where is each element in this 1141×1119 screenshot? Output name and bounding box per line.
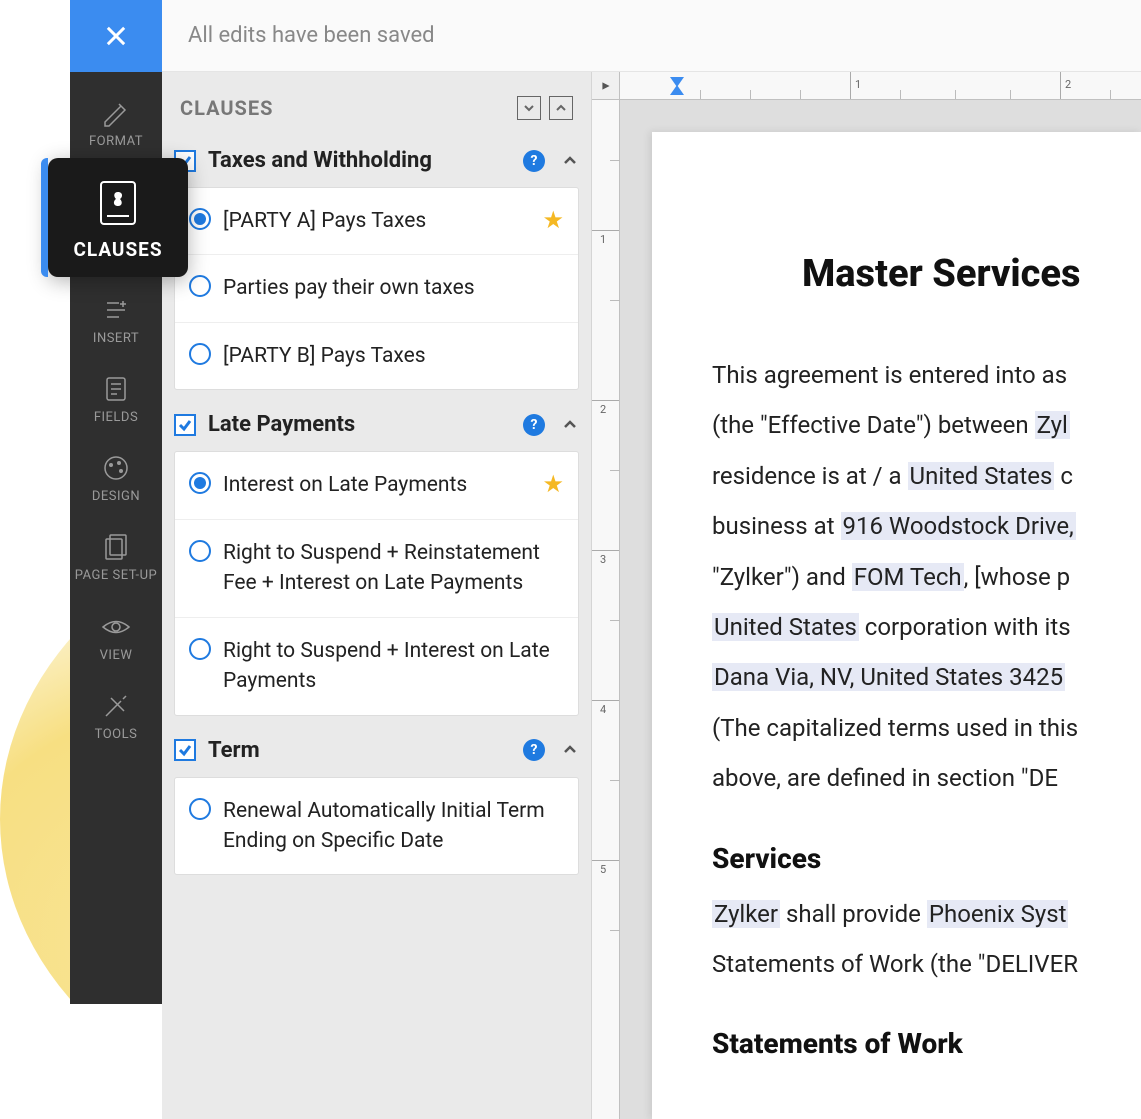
field-product[interactable]: Phoenix Syst (927, 900, 1069, 928)
document-title: Master Services (802, 252, 1141, 296)
radio-icon (189, 472, 211, 494)
ruler-label: 5 (600, 863, 606, 876)
collapse-all-button[interactable] (517, 96, 541, 120)
help-icon[interactable]: ? (523, 739, 545, 761)
document-heading-services: Services (712, 842, 1141, 875)
toolbar-label: FORMAT (89, 134, 143, 149)
help-icon[interactable]: ? (523, 414, 545, 436)
clause-group-term: Term ? Renewal Automatically Initial Ter… (162, 728, 591, 888)
document-heading-sow: Statements of Work (712, 1027, 1141, 1060)
option-label: [PARTY A] Pays Taxes (223, 206, 530, 236)
group-checkbox[interactable] (174, 739, 196, 761)
radio-icon (189, 208, 211, 230)
clause-option[interactable]: Right to Suspend + Reinstatement Fee + I… (175, 520, 578, 618)
option-label: Interest on Late Payments (223, 470, 530, 500)
collapse-toggle[interactable] (561, 741, 579, 759)
clauses-icon (93, 176, 143, 230)
toolbar-label: DESIGN (92, 489, 140, 504)
clause-group-late-payments: Late Payments ? Interest on Late Payment… (162, 402, 591, 727)
toolbar-label: VIEW (100, 648, 133, 663)
clause-option[interactable]: Right to Suspend + Interest on Late Paym… (175, 618, 578, 715)
toolbar-label: CLAUSES (73, 238, 162, 261)
field-party[interactable]: FOM Tech (852, 563, 964, 591)
star-icon: ★ (542, 470, 564, 498)
design-icon (99, 451, 133, 485)
field-country[interactable]: United States (908, 462, 1055, 490)
toolbar-label: FIELDS (94, 410, 138, 425)
close-button[interactable] (70, 0, 162, 72)
option-label: Right to Suspend + Interest on Late Paym… (223, 636, 564, 697)
radio-icon (189, 540, 211, 562)
page-setup-icon (99, 530, 133, 564)
ruler-label: 2 (600, 403, 606, 416)
radio-icon (189, 343, 211, 365)
tools-icon (99, 689, 133, 723)
format-icon (99, 96, 133, 130)
clause-option[interactable]: Parties pay their own taxes (175, 255, 578, 322)
field-party[interactable]: Zyl (1035, 411, 1070, 439)
radio-icon (189, 638, 211, 660)
collapse-toggle[interactable] (561, 416, 579, 434)
group-title: Taxes and Withholding (208, 148, 511, 173)
collapse-toggle[interactable] (561, 152, 579, 170)
option-label: Right to Suspend + Reinstatement Fee + I… (223, 538, 564, 599)
document-body: This agreement is entered into as (the "… (712, 356, 1141, 798)
expand-all-button[interactable] (549, 96, 573, 120)
insert-icon (99, 293, 133, 327)
close-icon (102, 22, 130, 50)
field-address[interactable]: 916 Woodstock Drive, (841, 512, 1076, 540)
field-country[interactable]: United States (712, 613, 859, 641)
horizontal-ruler[interactable]: 1 2 (620, 72, 1141, 100)
ruler-label: 1 (600, 233, 606, 246)
radio-icon (189, 275, 211, 297)
save-status: All edits have been saved (162, 23, 435, 48)
ruler-label: 4 (600, 703, 606, 716)
panel-title: CLAUSES (180, 96, 273, 120)
help-icon[interactable]: ? (523, 150, 545, 172)
toolbar-item-clauses-active[interactable]: CLAUSES (48, 158, 188, 277)
option-label: [PARTY B] Pays Taxes (223, 341, 564, 371)
left-indent-marker[interactable] (670, 80, 684, 99)
clause-option[interactable]: [PARTY B] Pays Taxes (175, 323, 578, 389)
clauses-panel: CLAUSES Taxes and Withholding ? [ (162, 72, 592, 1119)
document-page[interactable]: Master Services This agreement is entere… (652, 132, 1141, 1119)
fields-icon (99, 372, 133, 406)
group-checkbox[interactable] (174, 414, 196, 436)
group-title: Term (208, 738, 511, 763)
document-body: Zylker shall provide Phoenix Syst Statem… (712, 895, 1141, 984)
radio-icon (189, 798, 211, 820)
option-label: Parties pay their own taxes (223, 273, 564, 303)
ruler-label: 2 (1065, 78, 1071, 91)
topbar: All edits have been saved (70, 0, 1141, 72)
clause-group-taxes: Taxes and Withholding ? [PARTY A] Pays T… (162, 138, 591, 402)
clause-option[interactable]: Renewal Automatically Initial Term Endin… (175, 778, 578, 875)
toolbar-item-design[interactable]: DESIGN (70, 437, 162, 516)
field-party[interactable]: Zylker (712, 900, 780, 928)
toolbar-label: PAGE SET-UP (75, 568, 157, 584)
field-address[interactable]: Dana Via, NV, United States 3425 (712, 663, 1065, 691)
toolbar-item-fields[interactable]: FIELDS (70, 358, 162, 437)
vertical-ruler[interactable]: 1 2 3 4 5 (592, 100, 620, 1119)
app-frame: All edits have been saved CLAUSES Taxes … (70, 0, 1141, 1119)
toolbar-item-page-setup[interactable]: PAGE SET-UP (70, 516, 162, 596)
toolbar-label: INSERT (93, 331, 139, 346)
ruler-label: 3 (600, 553, 606, 566)
star-icon: ★ (542, 206, 564, 234)
clause-option[interactable]: Interest on Late Payments ★ (175, 452, 578, 519)
view-icon (99, 610, 133, 644)
toolbar-label: TOOLS (95, 727, 138, 742)
ruler-corner[interactable] (592, 72, 620, 100)
toolbar-item-insert[interactable]: INSERT (70, 279, 162, 358)
ruler-label: 1 (855, 78, 861, 91)
toolbar-item-format[interactable]: FORMAT (70, 82, 162, 161)
toolbar-item-tools[interactable]: TOOLS (70, 675, 162, 754)
clause-option[interactable]: [PARTY A] Pays Taxes ★ (175, 188, 578, 255)
option-label: Renewal Automatically Initial Term Endin… (223, 796, 564, 857)
toolbar-item-view[interactable]: VIEW (70, 596, 162, 675)
group-title: Late Payments (208, 412, 511, 437)
document-area: 1 2 1 2 3 4 5 Master Services This agree… (592, 72, 1141, 1119)
